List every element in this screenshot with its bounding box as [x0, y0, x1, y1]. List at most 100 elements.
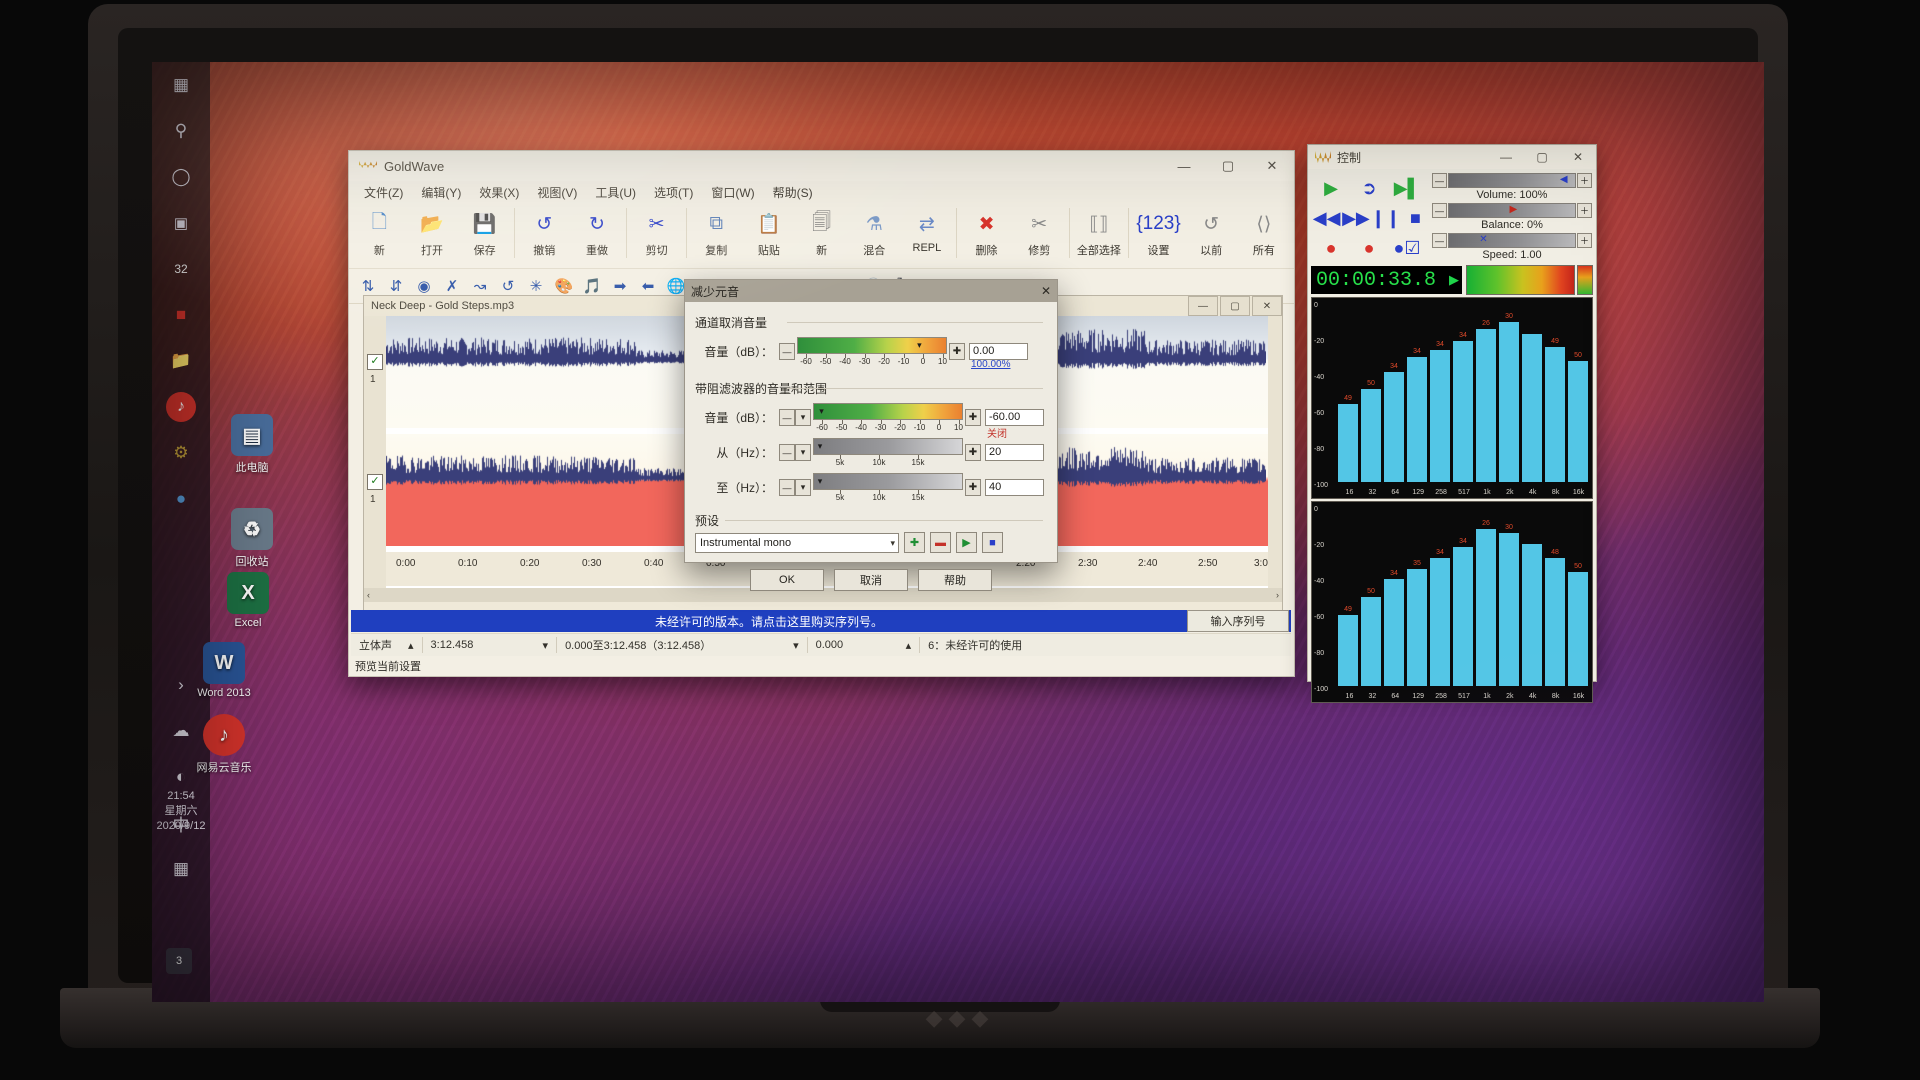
goldwave-titlebar[interactable]: GoldWave — ▢ ✕: [349, 151, 1294, 181]
toolbar-button-贴贴[interactable]: 📋 贴贴: [743, 206, 796, 264]
row-decrement-group[interactable]: — ▾: [779, 479, 811, 496]
record-selection-icon[interactable]: ●: [1350, 233, 1388, 263]
menu-item-4[interactable]: 工具(U): [586, 184, 645, 201]
plus-icon[interactable]: ✚: [965, 479, 981, 496]
main-toolbar[interactable]: 🗋 新 📂 打开 💾 保存 ↺ 撤销 ↻ 重做 ✂ 剪切 ⧉ 复制 📋 贴贴 🗐 新 ⚗ 混合 ⇄ REPL ✖ 删除 ✂ 修剪 ⟦…: [349, 203, 1294, 269]
status-caret-down-2[interactable]: ▾: [785, 635, 807, 655]
app-icon[interactable]: ⚙: [152, 430, 210, 476]
channel-right-checkbox[interactable]: ✓: [367, 474, 383, 490]
record-settings-icon[interactable]: ●☑: [1388, 233, 1426, 263]
minus-icon[interactable]: —: [1432, 233, 1447, 248]
window-controls[interactable]: — ▢ ✕: [1162, 151, 1294, 181]
plus-icon[interactable]: ＋: [1577, 203, 1592, 218]
menu-item-7[interactable]: 帮助(S): [764, 184, 822, 201]
channel-left-checkbox[interactable]: ✓: [367, 354, 383, 370]
row-slider[interactable]: ▾ -60 -50 -40 -30 -20 -10 0 10: [813, 403, 963, 432]
search-icon[interactable]: ⚲: [152, 108, 210, 154]
row-decrement-group[interactable]: — ▾: [779, 409, 811, 426]
cancel-button[interactable]: 取消: [834, 569, 908, 591]
cp-maximize-icon[interactable]: ▢: [1524, 145, 1560, 169]
doc-close-icon[interactable]: ✕: [1252, 296, 1282, 316]
toolbar-button-修剪[interactable]: ✂ 修剪: [1013, 206, 1066, 264]
slider-knob[interactable]: ▾: [815, 403, 827, 420]
status-caret-down-1[interactable]: ▾: [535, 635, 557, 655]
document-window-controls[interactable]: — ▢ ✕: [1186, 296, 1282, 316]
desktop-icon-netease[interactable]: ♪ 网易云音乐: [186, 714, 262, 775]
minus-icon[interactable]: —: [779, 479, 795, 496]
desktop-icon-excel[interactable]: X Excel: [210, 572, 286, 629]
browser-icon[interactable]: ●: [152, 476, 210, 522]
preset-stop-button[interactable]: ■: [982, 532, 1003, 553]
maximize-icon[interactable]: ▢: [1206, 151, 1250, 181]
row-slider[interactable]: ▾ 5k 10k 15k: [813, 473, 963, 502]
slider-knob[interactable]: ▾: [814, 473, 826, 490]
plus-icon[interactable]: ✚: [965, 409, 981, 426]
menu-item-3[interactable]: 视图(V): [528, 184, 586, 201]
menu-item-5[interactable]: 选项(T): [645, 184, 702, 201]
preset-add-button[interactable]: ✚: [904, 532, 925, 553]
folder-icon[interactable]: 📁: [152, 338, 210, 384]
menu-item-2[interactable]: 效果(X): [470, 184, 528, 201]
rewind-icon[interactable]: ◀◀: [1312, 203, 1341, 233]
toolbar-button-重做[interactable]: ↻ 重做: [571, 206, 624, 264]
menu-item-1[interactable]: 编辑(Y): [412, 184, 470, 201]
close-icon[interactable]: ✕: [1250, 151, 1294, 181]
slider-track[interactable]: ◀: [1448, 173, 1576, 188]
pause-icon[interactable]: ❙❙: [1371, 203, 1401, 233]
slider-track[interactable]: ▶: [1448, 203, 1576, 218]
plus-icon[interactable]: ＋: [1577, 173, 1592, 188]
toolbar-button-撤销[interactable]: ↺ 撤销: [518, 206, 571, 264]
minus-icon[interactable]: —: [779, 343, 795, 360]
record-icon[interactable]: ●: [1312, 233, 1350, 263]
desktop-icon-recycle[interactable]: ♻ 回收站: [214, 508, 290, 569]
minimize-icon[interactable]: —: [1162, 151, 1206, 181]
preset-preview-button[interactable]: ▶: [956, 532, 977, 553]
row-value-input[interactable]: 20: [985, 444, 1044, 461]
dialog-titlebar[interactable]: 减少元音 ✕: [685, 280, 1057, 302]
toolbar-button-设置[interactable]: {123} 设置: [1132, 206, 1185, 264]
tray-badge[interactable]: 3: [166, 948, 192, 974]
row-value-input[interactable]: 0.00: [969, 343, 1028, 360]
plus-icon[interactable]: ✚: [949, 343, 965, 360]
ok-button[interactable]: OK: [750, 569, 824, 591]
row-slider[interactable]: ▾ 5k 10k 15k: [813, 438, 963, 467]
row-decrement-group[interactable]: — ▾: [779, 444, 811, 461]
slider-track[interactable]: ▾: [813, 403, 963, 420]
toolbar-button-混合[interactable]: ⚗ 混合: [848, 206, 901, 264]
desktop-icon-pc[interactable]: ▤ 此电脑: [214, 414, 290, 475]
channel-gutter[interactable]: ✓ 1 ✓ 1: [364, 316, 386, 588]
row-decrement-group[interactable]: —: [779, 343, 795, 360]
toolbar-button-所有[interactable]: ⟨⟩ 所有: [1238, 206, 1291, 264]
toolbar-button-删除[interactable]: ✖ 删除: [960, 206, 1013, 264]
toolbar-button-保存[interactable]: 💾 保存: [458, 206, 511, 264]
menu-item-0[interactable]: 文件(Z): [355, 184, 412, 201]
slider-knob[interactable]: ✕: [1479, 233, 1487, 246]
scroll-left-arrow[interactable]: ‹: [367, 590, 370, 600]
cortana-circle-icon[interactable]: ◯: [152, 154, 210, 200]
chevron-down-icon[interactable]: ▾: [795, 444, 811, 461]
control-panel-window-controls[interactable]: — ▢ ✕: [1488, 145, 1596, 169]
minus-icon[interactable]: —: [1432, 173, 1447, 188]
slider-track[interactable]: ▾: [797, 337, 947, 354]
toolbar-button-剪切[interactable]: ✂ 剪切: [630, 206, 683, 264]
play-selection-icon[interactable]: ➲: [1350, 173, 1388, 203]
plus-icon[interactable]: ＋: [1577, 233, 1592, 248]
netease-music-icon[interactable]: ♪: [152, 384, 210, 430]
toolbar-button-打开[interactable]: 📂 打开: [406, 206, 459, 264]
help-button[interactable]: 帮助: [918, 569, 992, 591]
toolbar-button-新[interactable]: 🗋 新: [353, 206, 406, 264]
taskbar[interactable]: ▦ ⚲ ◯ ▣ 32 ■ 📁 ♪ ⚙ ● › ☁ ◐ 中 ▦ 21:54 星期六…: [152, 62, 210, 1002]
minus-icon[interactable]: —: [779, 409, 795, 426]
toolbar-button-全部选择[interactable]: ⟦⟧ 全部选择: [1073, 206, 1126, 264]
slider-knob[interactable]: ▾: [913, 337, 925, 354]
toolbar-button-以前[interactable]: ↺ 以前: [1185, 206, 1238, 264]
row-slider[interactable]: ▾ -60 -50 -40 -30 -20 -10 0 10: [797, 337, 947, 366]
taskview-icon[interactable]: ▣: [152, 200, 210, 246]
preset-remove-button[interactable]: ▬: [930, 532, 951, 553]
control-panel-titlebar[interactable]: 控制 — ▢ ✕: [1308, 145, 1596, 169]
cp-minimize-icon[interactable]: —: [1488, 145, 1524, 169]
doc-maximize-icon[interactable]: ▢: [1220, 296, 1250, 316]
menu-item-6[interactable]: 窗口(W): [702, 184, 763, 201]
license-bar[interactable]: 未经许可的版本。请点击这里购买序列号。 输入序列号: [351, 610, 1291, 632]
slider-knob[interactable]: ◀: [1560, 173, 1568, 186]
